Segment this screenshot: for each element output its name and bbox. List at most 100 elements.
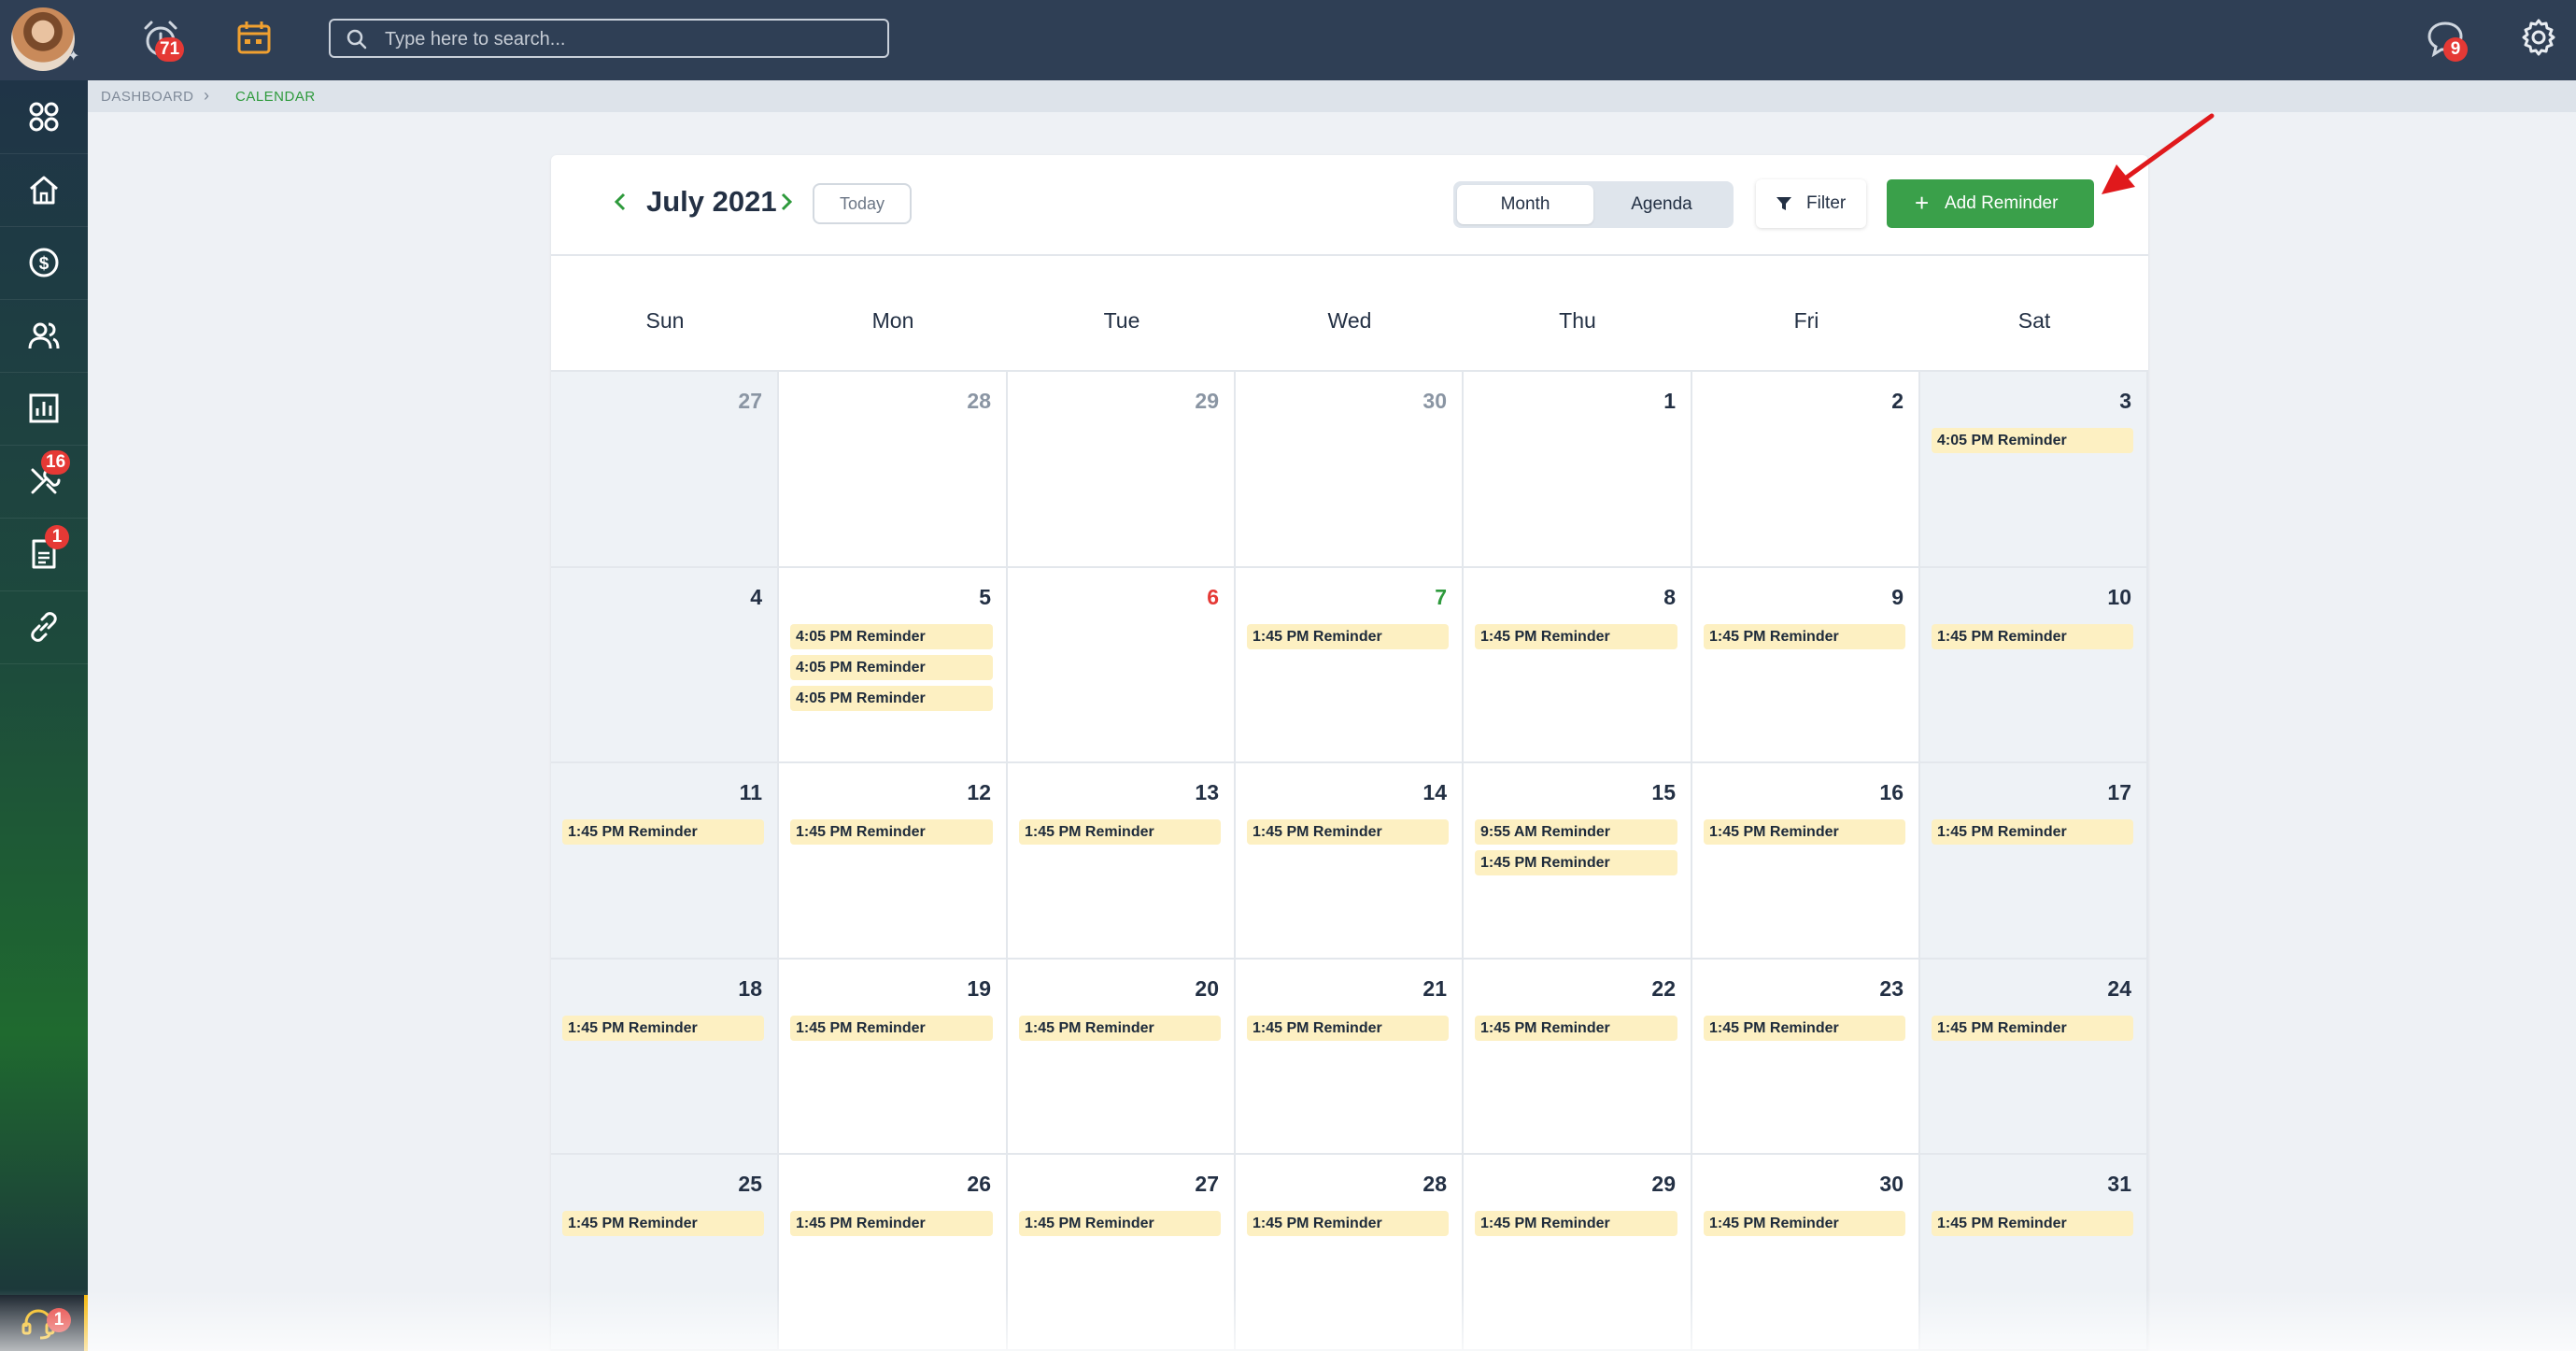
reminder-event[interactable]: 1:45 PM Reminder <box>1019 1016 1221 1041</box>
support-button[interactable]: 1 <box>0 1295 88 1351</box>
day-cell[interactable]: 10 1:45 PM Reminder <box>1920 568 2148 763</box>
reminder-event[interactable]: 1:45 PM Reminder <box>1704 1211 1905 1236</box>
reminder-event[interactable]: 4:05 PM Reminder <box>1932 428 2133 453</box>
filter-button[interactable]: Filter <box>1756 179 1866 228</box>
day-cell[interactable]: 12 1:45 PM Reminder <box>779 763 1008 960</box>
day-cell[interactable]: 7 1:45 PM Reminder <box>1236 568 1464 763</box>
reminder-event[interactable]: 1:45 PM Reminder <box>790 819 993 845</box>
day-number: 27 <box>1195 1172 1219 1196</box>
reminder-event[interactable]: 1:45 PM Reminder <box>1475 1016 1677 1041</box>
month-view-tab[interactable]: Month <box>1457 185 1593 224</box>
day-cell[interactable]: 13 1:45 PM Reminder <box>1008 763 1236 960</box>
reminder-event[interactable]: 1:45 PM Reminder <box>1704 1016 1905 1041</box>
day-cell[interactable]: 31 1:45 PM Reminder <box>1920 1155 2148 1351</box>
reminder-event[interactable]: 1:45 PM Reminder <box>1932 819 2133 845</box>
day-cell[interactable]: 15 9:55 AM Reminder 1:45 PM Reminder <box>1464 763 1692 960</box>
day-cell[interactable]: 28 1:45 PM Reminder <box>1236 1155 1464 1351</box>
reminder-event[interactable]: 4:05 PM Reminder <box>790 655 993 680</box>
day-cell[interactable]: 6 <box>1008 568 1236 763</box>
day-cell[interactable]: 3 4:05 PM Reminder <box>1920 372 2148 568</box>
reminder-event[interactable]: 1:45 PM Reminder <box>1704 819 1905 845</box>
sidebar-item-links[interactable] <box>0 590 88 664</box>
support-badge: 1 <box>47 1308 71 1332</box>
day-cell[interactable]: 18 1:45 PM Reminder <box>551 960 779 1155</box>
reminder-event[interactable]: 1:45 PM Reminder <box>1247 624 1449 649</box>
reminder-event[interactable]: 1:45 PM Reminder <box>790 1211 993 1236</box>
user-avatar[interactable] <box>11 7 75 71</box>
day-cell[interactable]: 2 <box>1692 372 1920 568</box>
reminder-event[interactable]: 1:45 PM Reminder <box>562 1211 764 1236</box>
breadcrumb-dashboard[interactable]: DASHBOARD <box>101 89 194 105</box>
reminder-event[interactable]: 1:45 PM Reminder <box>790 1016 993 1041</box>
day-cell[interactable]: 30 <box>1236 372 1464 568</box>
sidebar-item-home[interactable] <box>0 153 88 227</box>
day-cell[interactable]: 14 1:45 PM Reminder <box>1236 763 1464 960</box>
day-cell[interactable]: 22 1:45 PM Reminder <box>1464 960 1692 1155</box>
reminder-event[interactable]: 1:45 PM Reminder <box>1932 1016 2133 1041</box>
day-cell[interactable]: 27 <box>551 372 779 568</box>
day-number: 30 <box>1879 1172 1904 1196</box>
prev-month-button[interactable] <box>613 189 628 220</box>
documents-badge: 1 <box>45 525 69 549</box>
day-cell[interactable]: 9 1:45 PM Reminder <box>1692 568 1920 763</box>
today-button[interactable]: Today <box>813 183 912 224</box>
search-input[interactable] <box>383 26 872 52</box>
alarm-clock-icon[interactable]: 71 <box>138 17 185 62</box>
day-number: 20 <box>1195 976 1219 1001</box>
day-cell[interactable]: 16 1:45 PM Reminder <box>1692 763 1920 960</box>
day-cell[interactable]: 25 1:45 PM Reminder <box>551 1155 779 1351</box>
next-month-button[interactable] <box>779 189 794 220</box>
day-cell[interactable]: 28 <box>779 372 1008 568</box>
sidebar-item-apps[interactable] <box>0 80 88 154</box>
agenda-view-tab[interactable]: Agenda <box>1593 185 1730 224</box>
add-reminder-button[interactable]: + Add Reminder <box>1887 179 2094 228</box>
reminder-event[interactable]: 1:45 PM Reminder <box>562 819 764 845</box>
reminder-event[interactable]: 1:45 PM Reminder <box>1247 819 1449 845</box>
day-cell[interactable]: 29 1:45 PM Reminder <box>1464 1155 1692 1351</box>
reminder-event[interactable]: 4:05 PM Reminder <box>790 686 993 711</box>
calendar-icon[interactable] <box>232 17 276 62</box>
day-cell[interactable]: 27 1:45 PM Reminder <box>1008 1155 1236 1351</box>
calendar-grid: 27 28 29 30 1 2 3 4:05 PM Reminder 4 5 4:05 PM Rem… <box>551 372 2148 1351</box>
day-cell[interactable]: 4 <box>551 568 779 763</box>
reminder-event[interactable]: 4:05 PM Reminder <box>790 624 993 649</box>
reminder-event[interactable]: 1:45 PM Reminder <box>1247 1016 1449 1041</box>
day-cell[interactable]: 1 <box>1464 372 1692 568</box>
reminder-event[interactable]: 1:45 PM Reminder <box>1019 819 1221 845</box>
calendar-card: July 2021 Today Month Agenda Filter + Ad… <box>551 155 2148 1351</box>
day-cell[interactable]: 21 1:45 PM Reminder <box>1236 960 1464 1155</box>
sidebar-item-tools[interactable]: 16 <box>0 445 88 519</box>
search-box[interactable] <box>329 19 889 58</box>
reminder-event[interactable]: 1:45 PM Reminder <box>1932 624 2133 649</box>
day-cell[interactable]: 11 1:45 PM Reminder <box>551 763 779 960</box>
day-cell[interactable]: 8 1:45 PM Reminder <box>1464 568 1692 763</box>
reminder-event[interactable]: 1:45 PM Reminder <box>1019 1211 1221 1236</box>
day-cell[interactable]: 26 1:45 PM Reminder <box>779 1155 1008 1351</box>
reminder-event[interactable]: 1:45 PM Reminder <box>1475 850 1677 875</box>
sidebar-item-contacts[interactable] <box>0 299 88 373</box>
day-cell[interactable]: 20 1:45 PM Reminder <box>1008 960 1236 1155</box>
sidebar-item-documents[interactable]: 1 <box>0 518 88 591</box>
reminder-event[interactable]: 1:45 PM Reminder <box>1475 624 1677 649</box>
sidebar-item-billing[interactable]: $ <box>0 226 88 300</box>
day-cell[interactable]: 29 <box>1008 372 1236 568</box>
reminder-event[interactable]: 1:45 PM Reminder <box>562 1016 764 1041</box>
day-cell[interactable]: 30 1:45 PM Reminder <box>1692 1155 1920 1351</box>
gear-icon[interactable] <box>2516 17 2561 62</box>
reminder-event[interactable]: 1:45 PM Reminder <box>1475 1211 1677 1236</box>
day-cell[interactable]: 24 1:45 PM Reminder <box>1920 960 2148 1155</box>
day-cell[interactable]: 19 1:45 PM Reminder <box>779 960 1008 1155</box>
reminder-event[interactable]: 1:45 PM Reminder <box>1704 624 1905 649</box>
day-cell[interactable]: 17 1:45 PM Reminder <box>1920 763 2148 960</box>
day-cell[interactable]: 5 4:05 PM Reminder 4:05 PM Reminder 4:05 PM… <box>779 568 1008 763</box>
reminder-event[interactable]: 1:45 PM Reminder <box>1932 1211 2133 1236</box>
day-number: 28 <box>1422 1172 1447 1196</box>
svg-text:$: $ <box>39 254 50 274</box>
chat-icon[interactable]: 9 <box>2423 17 2468 62</box>
day-number: 18 <box>738 976 762 1001</box>
day-cell[interactable]: 23 1:45 PM Reminder <box>1692 960 1920 1155</box>
reminder-event[interactable]: 9:55 AM Reminder <box>1475 819 1677 845</box>
reminder-event[interactable]: 1:45 PM Reminder <box>1247 1211 1449 1236</box>
top-bar: ✦ 71 9 <box>0 0 2576 80</box>
sidebar-item-reports[interactable] <box>0 372 88 446</box>
